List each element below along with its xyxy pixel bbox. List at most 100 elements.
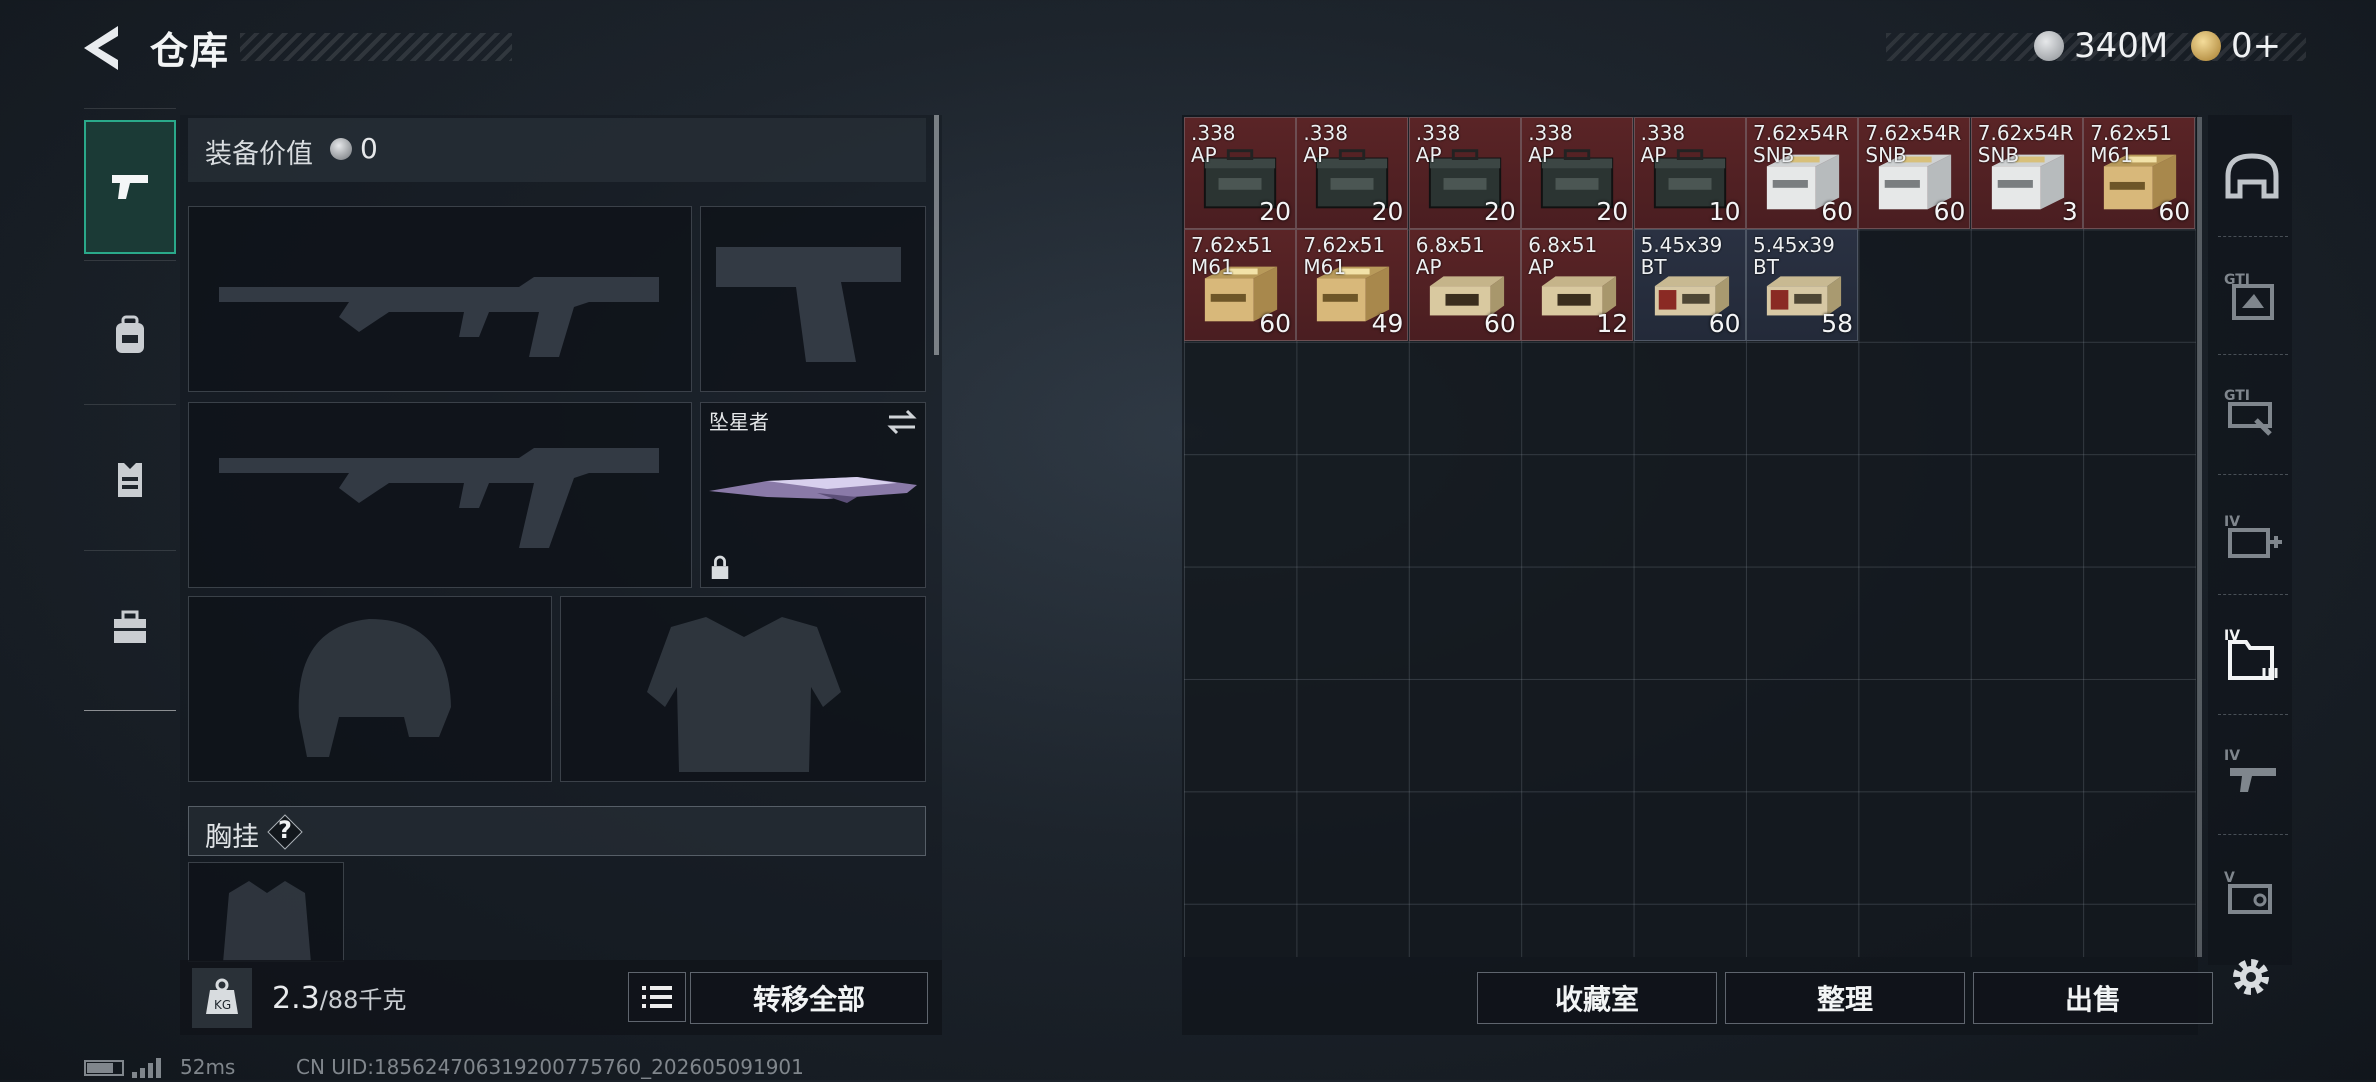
inventory-item[interactable]: 7.62x51 M61 49: [1296, 229, 1409, 342]
item-name: 7.62x51 M61: [1303, 233, 1386, 280]
tab-backpack[interactable]: [84, 268, 176, 402]
secondary-weapon-slot[interactable]: [188, 402, 692, 588]
item-quantity: 60: [1708, 309, 1741, 339]
pistol-silhouette-icon: [716, 247, 901, 362]
item-name: 7.62x51 M61: [2090, 121, 2173, 167]
tab-divider: [2218, 594, 2288, 595]
item-name: 7.62x51 M61: [1191, 233, 1273, 280]
storage-tab-iv-2[interactable]: IV: [2220, 620, 2284, 684]
inventory-item[interactable]: 7.62x54R SNB 60: [1858, 117, 1971, 229]
list-icon: [642, 986, 672, 1008]
item-quantity: 3: [2061, 197, 2078, 226]
storage-tab-gti-2[interactable]: GTI: [2220, 380, 2284, 444]
inventory-item[interactable]: .338 AP 10: [1633, 117, 1746, 229]
tab-divider: [84, 404, 176, 405]
inventory-item[interactable]: .338 AP 20: [1296, 117, 1409, 229]
item-name: 5.45x39 BT: [1640, 233, 1723, 280]
item-name: .338 AP: [1640, 121, 1686, 167]
help-icon[interactable]: ?: [266, 813, 304, 851]
inventory-item[interactable]: 7.62x54R SNB 3: [1970, 117, 2083, 229]
vest-icon: [118, 463, 142, 497]
tab-divider: [84, 550, 176, 551]
helmet-tab-icon: [2225, 153, 2279, 199]
inventory-item[interactable]: .338 AP 20: [1521, 117, 1634, 229]
inventory-item[interactable]: 6.8x51 AP 60: [1408, 229, 1521, 342]
melee-name: 坠星者: [709, 410, 769, 434]
item-name: 7.62x54R SNB: [1865, 121, 1962, 167]
item-quantity: 10: [1708, 197, 1741, 226]
tab-divider: [2218, 236, 2288, 237]
item-name: .338 AP: [1528, 121, 1573, 167]
toolbox-icon: [114, 610, 146, 643]
collection-room-button[interactable]: 收藏室: [1477, 972, 1717, 1024]
iv-folder-icon: IV: [2224, 628, 2278, 680]
carry-weight: 2.3/88千克: [272, 980, 406, 1016]
item-name: 6.8x51 AP: [1528, 233, 1598, 280]
signal-icon: [132, 1056, 168, 1078]
tab-divider: [84, 710, 176, 711]
tab-toolbox[interactable]: [84, 560, 176, 694]
body-armor-slot[interactable]: [560, 596, 926, 782]
inventory-item[interactable]: .338 AP 20: [1408, 117, 1521, 229]
tab-vest[interactable]: [84, 412, 176, 546]
swap-icon[interactable]: [885, 407, 919, 437]
equipment-value-label: 装备价值: [205, 139, 313, 170]
item-quantity: 60: [1259, 309, 1291, 339]
silver-coin-icon: [330, 138, 352, 160]
item-name: 7.62x54R SNB: [1977, 121, 2074, 167]
inventory-item[interactable]: 7.62x51 M61 60: [2083, 117, 2196, 229]
chest-rig-silhouette-icon: [223, 881, 311, 961]
item-quantity: 60: [1933, 197, 1966, 226]
item-quantity: 20: [1596, 197, 1629, 226]
item-name: .338 AP: [1191, 121, 1236, 167]
rifle-silhouette-icon: [219, 448, 659, 548]
lock-icon: [711, 555, 729, 579]
storage-scrollbar[interactable]: [2197, 117, 2202, 957]
svg-text:KG: KG: [214, 998, 231, 1012]
tab-divider: [2218, 714, 2288, 715]
inventory-item[interactable]: 7.62x51 M61 60: [1184, 229, 1296, 342]
gti-tool-icon: GTI: [2224, 388, 2272, 436]
melee-slot[interactable]: 坠星者: [700, 402, 926, 588]
back-arrow-icon[interactable]: [78, 22, 126, 74]
sell-button[interactable]: 出售: [1973, 972, 2213, 1024]
storage-tab-v[interactable]: V: [2220, 862, 2284, 926]
carry-weight-max: /88千克: [319, 986, 407, 1014]
iv-medkit-icon: IV: [2224, 514, 2282, 558]
iv-gun-icon: IV: [2224, 748, 2276, 792]
chest-rig-slot[interactable]: [188, 862, 344, 962]
storage-tab-main[interactable]: [2220, 146, 2284, 210]
inventory-item[interactable]: .338 AP 20: [1184, 117, 1296, 229]
storage-tab-iv-3[interactable]: IV: [2220, 740, 2284, 804]
equipment-scrollbar[interactable]: [934, 115, 939, 355]
helmet-slot[interactable]: [188, 596, 552, 782]
pistol-icon: [112, 175, 148, 199]
primary-weapon-slot[interactable]: [188, 206, 692, 392]
transfer-all-button[interactable]: 转移全部: [690, 972, 928, 1024]
svg-text:V: V: [2224, 870, 2235, 886]
sort-button[interactable]: 整理: [1725, 972, 1965, 1024]
inventory-item[interactable]: 5.45x39 BT 58: [1746, 229, 1858, 342]
tab-weapons[interactable]: [84, 120, 176, 254]
storage-tab-iv-1[interactable]: IV: [2220, 506, 2284, 570]
storage-tab-gti-1[interactable]: GTI: [2220, 264, 2284, 328]
tab-divider: [84, 108, 176, 109]
pistol-slot[interactable]: [700, 206, 926, 392]
item-quantity: 60: [2158, 197, 2191, 226]
inventory-item[interactable]: 5.45x39 BT 60: [1633, 229, 1746, 342]
backpack-icon: [116, 315, 144, 353]
list-view-button[interactable]: [628, 972, 686, 1022]
battery-icon: [84, 1060, 124, 1076]
item-quantity: 60: [1483, 309, 1516, 339]
silver-currency-value: 340M: [2074, 26, 2169, 66]
inventory-item[interactable]: 7.62x54R SNB 60: [1746, 117, 1858, 229]
helmet-silhouette-icon: [298, 619, 451, 757]
gold-currency-value: 0+: [2231, 26, 2282, 66]
item-quantity: 49: [1371, 309, 1404, 339]
v-case-icon: V: [2224, 870, 2272, 914]
gti-case-icon: GTI: [2224, 272, 2274, 320]
inventory-item[interactable]: 6.8x51 AP 12: [1521, 229, 1634, 342]
settings-gear-icon[interactable]: [2224, 950, 2278, 1004]
carry-weight-current: 2.3: [272, 981, 320, 1016]
rifle-silhouette-icon: [219, 277, 659, 357]
